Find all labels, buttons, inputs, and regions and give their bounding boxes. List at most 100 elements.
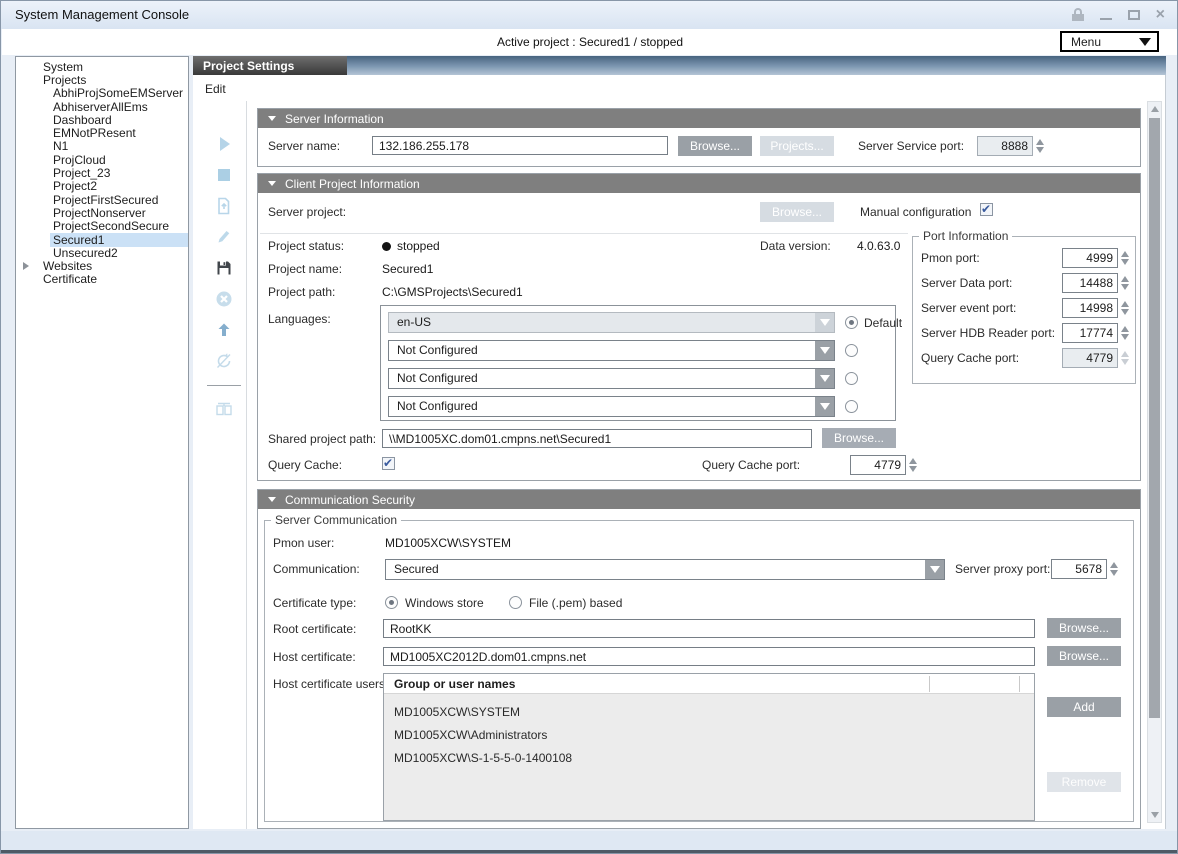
- server-data-port-spinner[interactable]: 14488: [1062, 273, 1129, 293]
- spin-up-icon[interactable]: [1121, 276, 1129, 282]
- edit-pen-icon[interactable]: [212, 226, 236, 248]
- tree-item-project[interactable]: AbhiProjSomeEMServer: [16, 87, 188, 100]
- host-certificate-input[interactable]: [383, 647, 1035, 666]
- server-browse-button[interactable]: Browse...: [678, 136, 752, 156]
- language-2-default-radio[interactable]: [845, 344, 858, 357]
- cancel-icon[interactable]: [212, 288, 236, 310]
- tree-item-project[interactable]: N1: [16, 140, 188, 153]
- spin-down-icon[interactable]: [1110, 570, 1118, 576]
- server-hdb-reader-port-spinner[interactable]: 17774: [1062, 323, 1129, 343]
- communication-dropdown[interactable]: Secured: [385, 559, 945, 580]
- server-name-input[interactable]: [372, 136, 668, 155]
- spin-up-icon[interactable]: [1121, 326, 1129, 332]
- list-item[interactable]: MD1005XCW\SYSTEM: [384, 701, 1034, 724]
- close-icon[interactable]: ×: [1156, 9, 1165, 21]
- edit-menu[interactable]: Edit: [205, 82, 226, 96]
- tree-item-secured1-selected[interactable]: Secured1: [16, 233, 188, 246]
- service-port-spinner[interactable]: 8888: [977, 136, 1044, 156]
- maximize-icon[interactable]: [1128, 10, 1140, 20]
- pmon-port-spinner[interactable]: 4999: [1062, 248, 1129, 268]
- language-1-default-radio[interactable]: [845, 316, 858, 329]
- tree-item-projects[interactable]: Projects: [16, 73, 188, 86]
- vertical-scrollbar[interactable]: [1147, 101, 1162, 823]
- host-certificate-browse-button[interactable]: Browse...: [1047, 646, 1121, 666]
- spin-up-icon[interactable]: [1036, 139, 1044, 145]
- column-divider[interactable]: [929, 676, 930, 692]
- pem-file-radio[interactable]: [509, 596, 522, 609]
- language-4-default-radio[interactable]: [845, 400, 858, 413]
- tree-item-system[interactable]: System: [16, 60, 188, 73]
- language-2-dropdown[interactable]: Not Configured: [388, 340, 835, 361]
- shared-project-path-input[interactable]: [382, 429, 812, 448]
- minimize-icon[interactable]: [1100, 10, 1112, 20]
- play-icon[interactable]: [212, 133, 236, 155]
- chevron-down-icon[interactable]: [815, 341, 834, 360]
- users-list-header[interactable]: Group or user names: [384, 674, 1034, 694]
- language-1-dropdown[interactable]: en-US: [388, 312, 835, 333]
- tree-item-project[interactable]: Project_23: [16, 166, 188, 179]
- tree-item-websites[interactable]: Websites: [16, 259, 188, 272]
- server-event-port-spinner[interactable]: 14998: [1062, 298, 1129, 318]
- export-project-icon[interactable]: [212, 195, 236, 217]
- tree-item-project[interactable]: Dashboard: [16, 113, 188, 126]
- spin-down-icon[interactable]: [1121, 359, 1129, 365]
- query-cache-port-spinner[interactable]: 4779: [850, 455, 917, 475]
- query-cache-checkbox[interactable]: [382, 457, 395, 470]
- chevron-down-icon[interactable]: [815, 313, 834, 332]
- spin-up-icon[interactable]: [909, 458, 917, 464]
- upload-icon[interactable]: [212, 319, 236, 341]
- tree-item-project[interactable]: ProjCloud: [16, 153, 188, 166]
- spin-up-icon[interactable]: [1121, 301, 1129, 307]
- language-3-default-radio[interactable]: [845, 372, 858, 385]
- spin-down-icon[interactable]: [1121, 309, 1129, 315]
- shared-path-browse-button[interactable]: Browse...: [822, 428, 896, 448]
- tree-item-certificate[interactable]: Certificate: [16, 273, 188, 286]
- chevron-down-icon[interactable]: [815, 369, 834, 388]
- spin-up-icon[interactable]: [1110, 562, 1118, 568]
- sync-disabled-icon[interactable]: [212, 350, 236, 372]
- tree-item-project[interactable]: ProjectFirstSecured: [16, 193, 188, 206]
- list-item[interactable]: MD1005XCW\Administrators: [384, 724, 1034, 747]
- language-3-dropdown[interactable]: Not Configured: [388, 368, 835, 389]
- add-user-button[interactable]: Add: [1047, 697, 1121, 717]
- menu-dropdown[interactable]: Menu: [1060, 31, 1159, 52]
- tab-project-settings[interactable]: Project Settings: [193, 56, 347, 75]
- query-cache-port-spinner[interactable]: 4779: [1062, 348, 1129, 368]
- scroll-down-icon[interactable]: [1151, 812, 1159, 818]
- server-information-header[interactable]: Server Information: [258, 109, 1140, 128]
- tree-item-project[interactable]: ProjectSecondSecure: [16, 220, 188, 233]
- server-project-browse-button[interactable]: Browse...: [760, 202, 834, 222]
- root-certificate-browse-button[interactable]: Browse...: [1047, 618, 1121, 638]
- spin-down-icon[interactable]: [909, 466, 917, 472]
- tree-item-project[interactable]: ProjectNonserver: [16, 206, 188, 219]
- spin-up-icon[interactable]: [1121, 351, 1129, 357]
- spin-down-icon[interactable]: [1121, 334, 1129, 340]
- package-icon[interactable]: [212, 397, 236, 419]
- spin-down-icon[interactable]: [1121, 259, 1129, 265]
- column-divider[interactable]: [1019, 676, 1020, 692]
- spin-up-icon[interactable]: [1121, 251, 1129, 257]
- save-icon[interactable]: [212, 257, 236, 279]
- chevron-down-icon[interactable]: [925, 560, 944, 579]
- spin-down-icon[interactable]: [1036, 147, 1044, 153]
- server-proxy-port-spinner[interactable]: 5678: [1051, 559, 1118, 579]
- root-certificate-input[interactable]: [383, 619, 1035, 638]
- remove-user-button[interactable]: Remove: [1047, 772, 1121, 792]
- tree-item-project[interactable]: Project2: [16, 180, 188, 193]
- communication-security-header[interactable]: Communication Security: [258, 490, 1140, 509]
- stop-icon[interactable]: [212, 164, 236, 186]
- language-4-dropdown[interactable]: Not Configured: [388, 396, 835, 417]
- manual-configuration-checkbox[interactable]: [980, 203, 993, 216]
- client-project-information-header[interactable]: Client Project Information: [258, 174, 1140, 193]
- chevron-down-icon[interactable]: [815, 397, 834, 416]
- list-item[interactable]: MD1005XCW\S-1-5-5-0-1400108: [384, 747, 1034, 770]
- collapse-arrow-icon[interactable]: [23, 262, 29, 270]
- tree-item-project[interactable]: EMNotPResent: [16, 126, 188, 139]
- spin-down-icon[interactable]: [1121, 284, 1129, 290]
- tree-item-project[interactable]: Unsecured2: [16, 246, 188, 259]
- tree-item-project[interactable]: AbhiserverAllEms: [16, 100, 188, 113]
- windows-store-radio[interactable]: [385, 596, 398, 609]
- scroll-up-icon[interactable]: [1151, 106, 1159, 112]
- scrollbar-thumb[interactable]: [1149, 118, 1160, 718]
- projects-button[interactable]: Projects...: [760, 136, 834, 156]
